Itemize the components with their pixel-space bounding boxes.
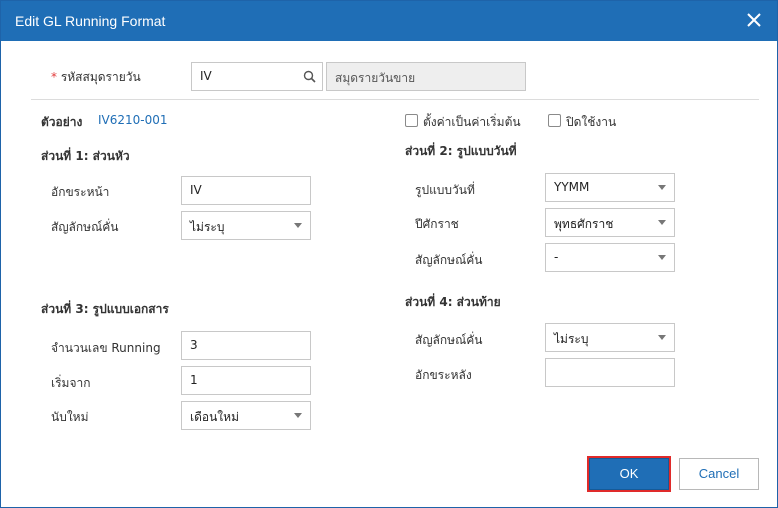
disable-checkbox[interactable]	[548, 114, 561, 127]
section1-separator-select[interactable]: ไม่ระบุ	[181, 211, 311, 240]
edit-gl-running-format-dialog: Edit GL Running Format * รหัสสมุดรายวัน …	[0, 0, 778, 508]
journal-code-label: * รหัสสมุดรายวัน	[51, 68, 141, 87]
journal-name-value: สมุดรายวันขาย	[335, 71, 416, 85]
section1-separator-value: ไม่ระบุ	[190, 220, 225, 234]
section2-title: ส่วนที่ 2: รูปแบบวันที่	[405, 144, 517, 158]
section3-title: ส่วนที่ 3: รูปแบบเอกสาร	[41, 302, 169, 316]
era-select[interactable]: พุทธศักราช	[545, 208, 675, 237]
section1-separator-label: สัญลักษณ์คั่น	[51, 220, 119, 234]
running-digits-value: 3	[190, 338, 198, 352]
search-icon[interactable]	[303, 70, 316, 86]
required-mark: *	[51, 70, 57, 84]
era-value: พุทธศักราช	[554, 217, 614, 231]
set-default-checkbox[interactable]	[405, 114, 418, 127]
journal-code-value: IV	[200, 69, 212, 83]
section4-separator-select[interactable]: ไม่ระบุ	[545, 323, 675, 352]
section4-title: ส่วนที่ 4: ส่วนท้าย	[405, 295, 501, 309]
chevron-down-icon	[658, 335, 666, 340]
close-icon[interactable]	[743, 9, 765, 31]
running-digits-input[interactable]: 3	[181, 331, 311, 360]
suffix-input[interactable]	[545, 358, 675, 387]
chevron-down-icon	[658, 185, 666, 190]
date-format-label: รูปแบบวันที่	[415, 183, 475, 197]
start-from-value: 1	[190, 373, 198, 387]
header-divider	[31, 99, 759, 100]
date-format-select[interactable]: YYMM	[545, 173, 675, 202]
section2-separator-select[interactable]: -	[545, 243, 675, 272]
date-format-value: YYMM	[554, 180, 590, 194]
running-digits-label: จำนวนเลข Running	[51, 341, 161, 355]
disable-label: ปิดใช้งาน	[566, 115, 617, 129]
journal-code-input[interactable]: IV	[191, 62, 323, 91]
dialog-title: Edit GL Running Format	[15, 13, 166, 29]
reset-label: นับใหม่	[51, 410, 89, 424]
cancel-button[interactable]: Cancel	[679, 458, 759, 490]
section4-separator-value: ไม่ระบุ	[554, 332, 589, 346]
example-value: IV6210-001	[98, 113, 168, 127]
journal-code-label-text: รหัสสมุดรายวัน	[60, 70, 141, 84]
section1-title: ส่วนที่ 1: ส่วนหัว	[41, 149, 130, 163]
reset-value: เดือนใหม่	[190, 410, 239, 424]
start-from-label: เริ่มจาก	[51, 376, 91, 390]
prefix-input[interactable]: IV	[181, 176, 311, 205]
chevron-down-icon	[658, 220, 666, 225]
chevron-down-icon	[294, 223, 302, 228]
section2-separator-label: สัญลักษณ์คั่น	[415, 253, 483, 267]
chevron-down-icon	[294, 413, 302, 418]
ok-button[interactable]: OK	[587, 456, 671, 492]
era-label: ปีศักราช	[415, 217, 459, 231]
example-label: ตัวอย่าง	[41, 115, 83, 129]
prefix-label: อักขระหน้า	[51, 185, 110, 199]
prefix-value: IV	[190, 183, 202, 197]
reset-select[interactable]: เดือนใหม่	[181, 401, 311, 430]
chevron-down-icon	[658, 255, 666, 260]
suffix-label: อักขระหลัง	[415, 368, 472, 382]
section2-separator-value: -	[554, 250, 559, 264]
set-default-label: ตั้งค่าเป็นค่าเริ่มต้น	[423, 115, 521, 129]
section4-separator-label: สัญลักษณ์คั่น	[415, 333, 483, 347]
start-from-input[interactable]: 1	[181, 366, 311, 395]
journal-name-field: สมุดรายวันขาย	[326, 62, 526, 91]
dialog-titlebar: Edit GL Running Format	[1, 1, 777, 41]
